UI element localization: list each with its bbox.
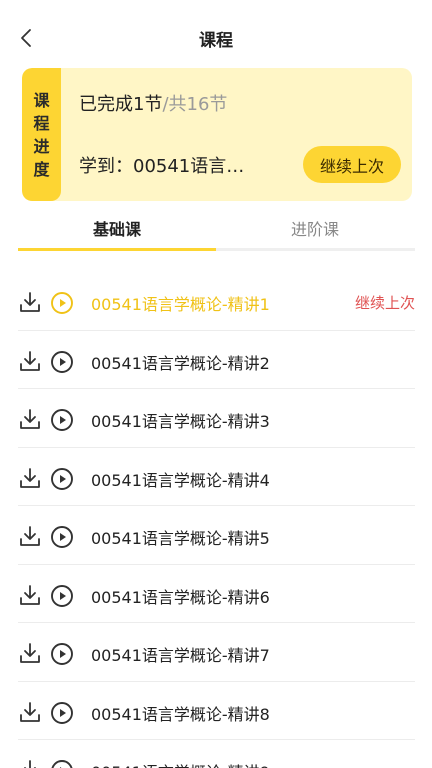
lesson-title: 00541语言学概论-精讲7 [91, 646, 270, 665]
download-icon[interactable] [18, 641, 42, 665]
download-icon[interactable] [18, 290, 42, 314]
progress-card: 课 程 进 度 已完成1节/共16节 学到：00541语言… 继续上次 [22, 68, 412, 201]
download-icon[interactable] [18, 700, 42, 724]
lesson-row[interactable]: 00541语言学概论-精讲9 [18, 740, 415, 768]
play-icon[interactable] [50, 701, 74, 725]
lesson-row[interactable]: 00541语言学概论-精讲6 [18, 565, 415, 623]
lesson-list: 00541语言学概论-精讲1 继续上次 00541语言学概论-精讲2 00541语言学… [18, 272, 415, 768]
resume-label: 继续上次 [354, 294, 415, 312]
progress-tag-char: 进 [33, 136, 50, 156]
download-icon[interactable] [18, 466, 42, 490]
progress-tag: 课 程 进 度 [22, 68, 61, 201]
lesson-row[interactable]: 00541语言学概论-精讲1 继续上次 [18, 272, 415, 331]
download-icon[interactable] [18, 758, 42, 768]
progress-total: /共16节 [162, 94, 228, 115]
play-icon[interactable] [50, 642, 74, 666]
play-icon[interactable] [50, 467, 74, 491]
continue-button[interactable]: 继续上次 [303, 146, 401, 183]
play-icon[interactable] [50, 525, 74, 549]
page-title: 课程 [199, 31, 233, 51]
tab-indicator [18, 248, 216, 251]
header: 课程 [0, 0, 432, 74]
play-icon[interactable] [50, 759, 74, 768]
play-icon[interactable] [50, 291, 74, 315]
lesson-title: 00541语言学概论-精讲4 [91, 470, 270, 490]
lesson-row[interactable]: 00541语言学概论-精讲4 [18, 448, 415, 506]
progress-tag-char: 程 [33, 113, 50, 133]
play-icon[interactable] [50, 408, 74, 432]
lesson-row[interactable]: 00541语言学概论-精讲3 [18, 389, 415, 448]
last-learned: 学到：00541语言… [79, 156, 245, 177]
progress-done: 已完成1节 [79, 94, 163, 115]
lesson-title: 00541语言学概论-精讲5 [91, 529, 270, 548]
progress-tag-char: 度 [33, 159, 50, 179]
play-icon[interactable] [50, 350, 74, 374]
course-tabs: 基础课 进阶课 [18, 204, 415, 252]
lesson-title: 00541语言学概论-精讲1 [91, 295, 270, 314]
lesson-title: 00541语言学概论-精讲6 [91, 587, 270, 607]
progress-tag-char: 课 [33, 90, 50, 110]
play-icon[interactable] [50, 584, 74, 608]
tab-advanced[interactable]: 进阶课 [216, 216, 414, 240]
lesson-row[interactable]: 00541语言学概论-精讲2 [18, 331, 415, 389]
lesson-title: 00541语言学概论-精讲2 [91, 353, 270, 373]
download-icon[interactable] [18, 349, 42, 373]
lesson-title: 00541语言学概论-精讲9 [91, 759, 270, 768]
download-icon[interactable] [18, 407, 42, 431]
lesson-row[interactable]: 00541语言学概论-精讲8 [18, 682, 415, 740]
lesson-title: 00541语言学概论-精讲8 [91, 704, 270, 724]
lesson-row[interactable]: 00541语言学概论-精讲5 [18, 506, 415, 565]
progress-summary: 已完成1节/共16节 [79, 90, 227, 116]
lesson-row[interactable]: 00541语言学概论-精讲7 [18, 623, 415, 682]
tab-basic[interactable]: 基础课 [18, 216, 216, 240]
course-page: 课程 课 程 进 度 已完成1节/共16节 学到：00541语言… 继续上次 基… [0, 0, 432, 768]
download-icon[interactable] [18, 524, 42, 548]
download-icon[interactable] [18, 583, 42, 607]
lesson-title: 00541语言学概论-精讲3 [91, 412, 270, 431]
